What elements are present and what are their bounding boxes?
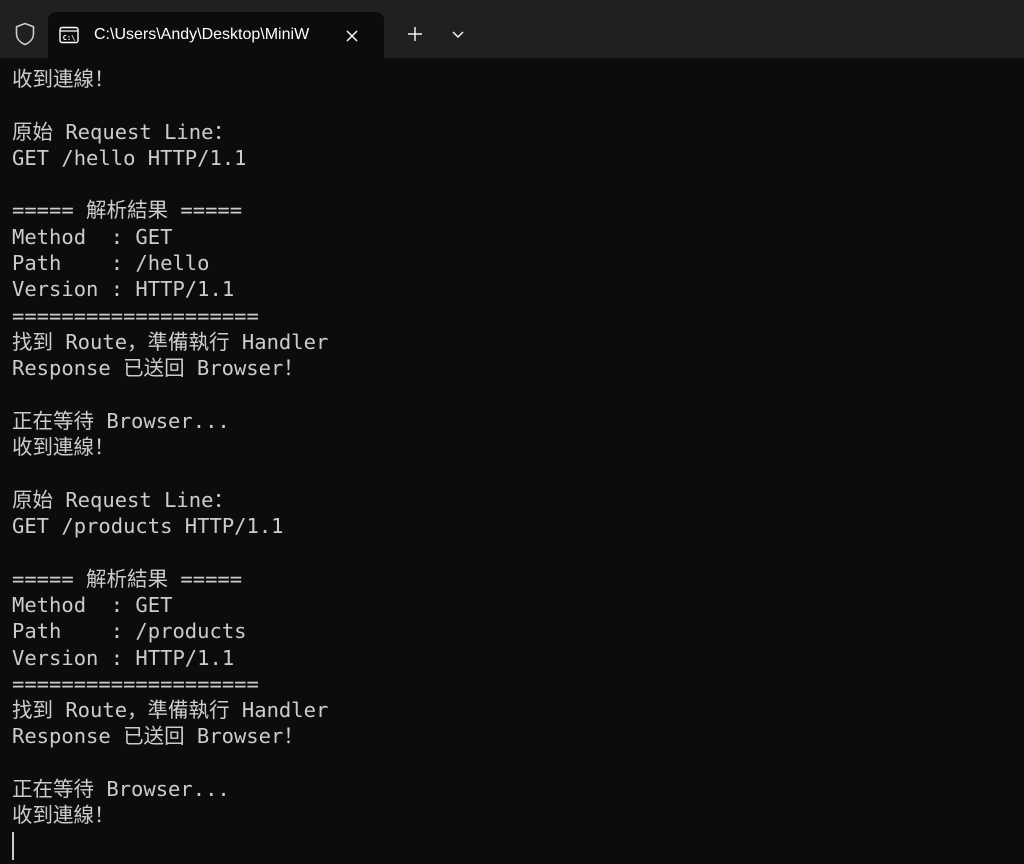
terminal-line: Version : HTTP/1.1 [12,645,235,670]
terminal-line: 找到 Route，準備執行 Handler [12,329,329,354]
terminal-line: 找到 Route，準備執行 Handler [12,698,329,723]
terminal-line: GET /products HTTP/1.1 [12,514,284,539]
terminal-line: GET /hello HTTP/1.1 [12,145,247,170]
tab-title: C:\Users\Andy\Desktop\MiniW [94,26,310,43]
close-icon[interactable] [338,22,366,50]
title-bar: C:\ C:\Users\Andy\Desktop\MiniW [0,0,1024,58]
terminal-line: ===== 解析結果 ===== [12,566,243,591]
terminal-line: ===== 解析結果 ===== [12,198,243,223]
terminal-line: Response 已送回 Browser！ [12,724,304,749]
terminal-line: Path : /products [12,619,247,644]
terminal-line: 收到連線！ [12,803,115,828]
text-cursor [12,832,14,860]
terminal-line: Path : /hello [12,251,210,276]
svg-text:C:\: C:\ [63,34,76,42]
tab-dropdown-button[interactable] [442,18,474,50]
new-tab-button[interactable] [399,18,431,50]
terminal-line: Method : GET [12,592,173,617]
terminal-output[interactable]: 收到連線！ 原始 Request Line： GET /hello HTTP/1… [0,58,1024,864]
terminal-line: ==================== [12,303,259,328]
terminal-line: Method : GET [12,224,173,249]
terminal-line: 原始 Request Line： [12,119,234,144]
terminal-line: Response 已送回 Browser！ [12,356,304,381]
terminal-line: ==================== [12,671,259,696]
terminal-line: 正在等待 Browser... [12,408,230,433]
tab-terminal[interactable]: C:\ C:\Users\Andy\Desktop\MiniW [48,12,384,58]
terminal-line: 正在等待 Browser... [12,777,230,802]
terminal-icon: C:\ [59,26,79,44]
shield-icon[interactable] [8,17,42,51]
plus-icon [408,27,422,41]
terminal-line: Version : HTTP/1.1 [12,277,235,302]
terminal-window: C:\ C:\Users\Andy\Desktop\MiniW 收到連線！ 原始… [0,0,1024,864]
terminal-line: 收到連線！ [12,67,115,91]
terminal-line: 原始 Request Line： [12,487,234,512]
chevron-down-icon [452,31,464,38]
terminal-line: 收到連線！ [12,435,115,460]
terminal-lines: 收到連線！ 原始 Request Line： GET /hello HTTP/1… [12,66,328,829]
